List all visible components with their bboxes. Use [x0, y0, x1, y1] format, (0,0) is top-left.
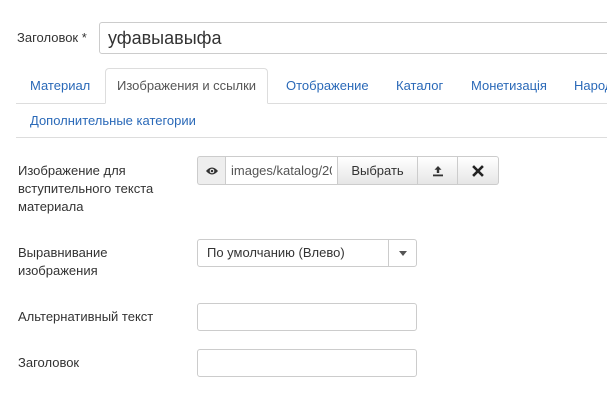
caption-input[interactable] — [197, 349, 417, 377]
media-field: Выбрать — [197, 156, 499, 185]
tab-material[interactable]: Материал — [30, 68, 90, 104]
close-icon — [472, 164, 484, 177]
tabs-divider-second — [16, 137, 607, 138]
upload-icon — [432, 165, 443, 176]
select-image-button[interactable]: Выбрать — [338, 156, 418, 185]
caption-label: Заголовок — [18, 355, 80, 370]
tab-additional-categories[interactable]: Дополнительные категории — [30, 110, 196, 134]
alt-text-label: Альтернативный текст — [18, 309, 154, 324]
tab-images-links[interactable]: Изображения и ссылки — [105, 68, 269, 104]
chevron-down-icon — [388, 240, 416, 266]
tab-narod[interactable]: Народ — [574, 68, 607, 104]
tab-display[interactable]: Отображение — [286, 68, 369, 104]
tabs-bar: Материал Изображения и ссылки Отображени… — [16, 68, 607, 104]
intro-image-label: Изображение для вступительного текста ма… — [18, 163, 154, 214]
tab-catalog[interactable]: Каталог — [396, 68, 443, 104]
select-image-button-label: Выбрать — [351, 163, 404, 178]
title-input[interactable] — [99, 22, 607, 54]
upload-button[interactable] — [418, 156, 458, 185]
image-align-label: Выравнивание изображения — [18, 245, 108, 278]
alt-text-input[interactable] — [197, 303, 417, 331]
image-path-input[interactable] — [225, 156, 338, 185]
clear-image-button[interactable] — [458, 156, 499, 185]
eye-icon[interactable] — [197, 156, 225, 185]
tab-monetization[interactable]: Монетизація — [471, 68, 547, 104]
image-align-selected: По умолчанию (Влево) — [207, 245, 345, 260]
image-align-select[interactable]: По умолчанию (Влево) — [197, 239, 417, 267]
title-field-label: Заголовок * — [17, 30, 87, 45]
